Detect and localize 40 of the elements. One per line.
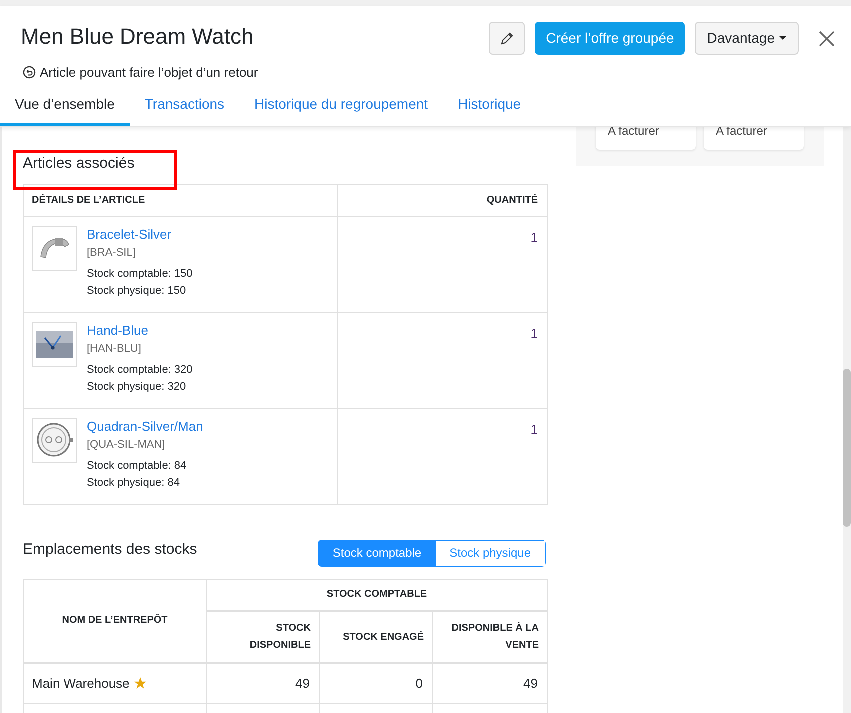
accounting-stock: Stock comptable: 84 [87, 458, 188, 474]
item-sku: [QUA-SIL-MAN] [87, 438, 166, 452]
physical-stock: Stock physique: 320 [87, 380, 188, 394]
stock-value: 49 [296, 676, 310, 690]
close-icon[interactable] [819, 30, 835, 46]
accounting-stock: Stock comptable: 150 [87, 266, 193, 282]
section-title: Articles associés [23, 154, 136, 174]
item-link[interactable]: Hand-Blue [87, 322, 193, 340]
quantity-value: 1 [530, 326, 538, 340]
column-header: QUANTITÉ [338, 184, 548, 216]
column-header: STOCK COMPTABLE [206, 579, 548, 611]
stock-value: 0 [416, 676, 423, 690]
item-link[interactable]: Bracelet-Silver [87, 226, 193, 244]
tab[interactable]: Historique [443, 90, 536, 126]
more-button[interactable]: Davantage [695, 22, 799, 55]
stock-value: 49 [524, 676, 538, 690]
quantity-value: 1 [530, 422, 538, 436]
stock-toggle-button[interactable]: Stock comptable [318, 540, 436, 566]
edit-button[interactable] [489, 22, 526, 55]
item-title: Men Blue Dream Watch [21, 23, 255, 51]
scrollbar[interactable] [843, 126, 851, 713]
section-title: Emplacements des stocks [23, 540, 198, 560]
create-bundle-button[interactable]: Créer l’offre groupée [535, 22, 686, 55]
accounting-stock: Stock comptable: 320 [87, 362, 193, 378]
tab[interactable]: Transactions [130, 90, 240, 126]
physical-stock: Stock physique: 150 [87, 284, 188, 298]
return-icon [23, 66, 36, 80]
warehouse-name: Main Warehouse [32, 674, 130, 692]
item-sku: [BRA-SIL] [87, 246, 137, 260]
item-link[interactable]: Quadran-Silver/Man [87, 418, 204, 436]
tab[interactable]: Historique du regroupement [240, 90, 444, 126]
physical-stock: Stock physique: 84 [87, 476, 181, 490]
column-header: DÉTAILS DE L’ARTICLE [24, 184, 338, 216]
caret-icon [779, 36, 787, 41]
item-sku: [HAN-BLU] [87, 342, 142, 356]
pencil-icon [500, 32, 514, 46]
tab[interactable]: Vue d’ensemble [0, 90, 130, 126]
quantity-value: 1 [530, 230, 538, 244]
returnable-label: Article pouvant faire l’objet d’un retour [40, 64, 258, 82]
column-header: NOM DE L’ENTREPÔT [24, 579, 206, 663]
